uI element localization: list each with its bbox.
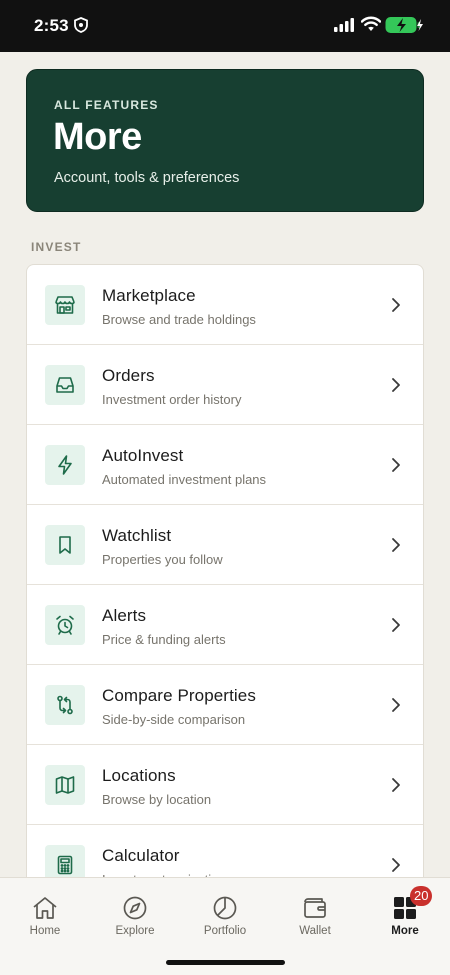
home-indicator (166, 960, 285, 965)
chevron-right-icon (391, 617, 401, 638)
tab-label: Explore (115, 925, 155, 937)
alarm-clock-icon (45, 605, 85, 645)
bookmark-icon (45, 525, 85, 565)
item-title: AutoInvest (102, 446, 184, 465)
chevron-right-icon (391, 777, 401, 798)
tab-more[interactable]: 20 More (360, 878, 450, 948)
tab-portfolio[interactable]: Portfolio (180, 878, 270, 948)
compass-icon (121, 894, 149, 922)
hero-eyebrow: ALL FEATURES (54, 98, 159, 112)
item-subtitle: Investment order history (102, 392, 242, 407)
compare-arrows-icon (45, 685, 85, 725)
status-bar: 2:53 (0, 0, 450, 52)
lightning-icon (45, 445, 85, 485)
shield-icon (74, 17, 88, 38)
hero-card: ALL FEATURES More Account, tools & prefe… (26, 69, 424, 212)
list-item-marketplace[interactable]: Marketplace Browse and trade holdings (27, 265, 423, 345)
item-title: Locations (102, 766, 176, 785)
inbox-tray-icon (45, 365, 85, 405)
wifi-icon (360, 16, 382, 37)
list-item-autoinvest[interactable]: AutoInvest Automated investment plans (27, 425, 423, 505)
list-item-watchlist[interactable]: Watchlist Properties you follow (27, 505, 423, 585)
item-title: Watchlist (102, 526, 172, 545)
chevron-right-icon (391, 377, 401, 398)
item-subtitle: Side-by-side comparison (102, 712, 246, 727)
list-item-alerts[interactable]: Alerts Price & funding alerts (27, 585, 423, 665)
item-subtitle: Browse and trade holdings (102, 312, 256, 327)
invest-list: Marketplace Browse and trade holdings Or… (26, 264, 424, 904)
page-title: More (53, 116, 142, 158)
tab-label: Home (29, 925, 61, 937)
tab-label: More (391, 925, 419, 937)
notification-badge: 20 (410, 886, 433, 906)
cellular-signal-icon (334, 18, 354, 37)
item-subtitle: Browse by location (102, 792, 212, 807)
chevron-right-icon (391, 857, 401, 878)
tab-label: Wallet (299, 925, 331, 937)
item-title: Calculator (102, 846, 180, 865)
item-title: Marketplace (102, 286, 196, 305)
tab-wallet[interactable]: Wallet (270, 878, 360, 948)
item-title: Alerts (102, 606, 147, 625)
chevron-right-icon (391, 697, 401, 718)
list-item-locations[interactable]: Locations Browse by location (27, 745, 423, 825)
item-title: Orders (102, 366, 155, 385)
battery-charging-icon (385, 16, 423, 39)
tab-explore[interactable]: Explore (90, 878, 180, 948)
tab-home[interactable]: Home (0, 878, 90, 948)
storefront-icon (45, 285, 85, 325)
chevron-right-icon (391, 457, 401, 478)
wallet-icon (301, 894, 329, 922)
map-icon (45, 765, 85, 805)
hero-subtitle: Account, tools & preferences (54, 170, 240, 186)
tab-label: Portfolio (203, 925, 247, 937)
list-item-compare-properties[interactable]: Compare Properties Side-by-side comparis… (27, 665, 423, 745)
pie-chart-icon (211, 894, 239, 922)
status-time: 2:53 (34, 16, 69, 35)
section-header-invest: INVEST (31, 240, 82, 254)
chevron-right-icon (391, 297, 401, 318)
item-subtitle: Price & funding alerts (102, 632, 226, 647)
item-subtitle: Automated investment plans (102, 472, 267, 487)
home-icon (31, 894, 59, 922)
list-item-orders[interactable]: Orders Investment order history (27, 345, 423, 425)
item-title: Compare Properties (102, 686, 256, 705)
chevron-right-icon (391, 537, 401, 558)
item-subtitle: Properties you follow (102, 552, 223, 567)
